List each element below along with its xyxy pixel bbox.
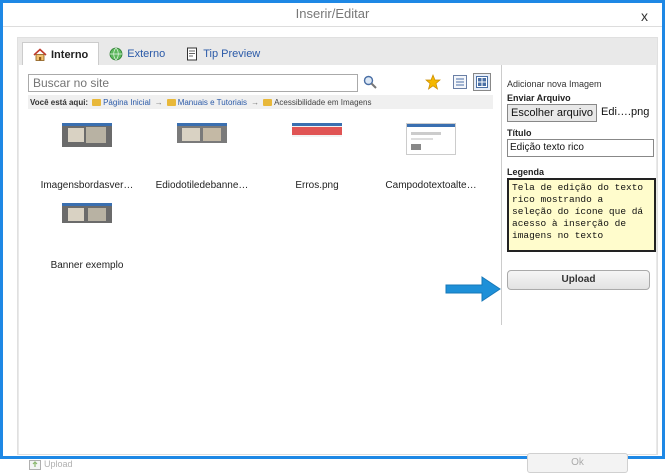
selected-file-name: Edi….png [601,106,650,118]
file-name: Banner exemplo [50,260,124,271]
document-icon [187,47,198,61]
dialog-window: Inserir/Editar x Interno Externo Tip Pre… [0,0,665,473]
footer-upload-link[interactable]: Upload [29,458,73,470]
upload-panel-heading: Adicionar nova Imagem [507,79,602,89]
tab-content: Você está aqui: Página Inicial → Manuais… [19,65,656,473]
ok-button[interactable]: Ok [527,453,628,473]
caption-textarea[interactable]: Tela de edição do texto rico mostrando a… [507,178,656,252]
image-thumbnail [62,203,112,223]
dialog-title: Inserir/Editar [295,6,370,21]
tab-tip-preview[interactable]: Tip Preview [175,42,270,66]
star-icon[interactable] [425,74,441,90]
title-input[interactable]: Edição texto rico [507,139,654,157]
search-input[interactable] [28,74,358,92]
house-icon [33,47,47,61]
breadcrumb-item-home[interactable]: Página Inicial [92,98,151,107]
upload-icon [29,460,41,470]
image-thumbnail [62,123,112,147]
footer-upload-label: Upload [44,459,73,469]
list-view-icon[interactable] [453,75,467,89]
file-item[interactable]: Campodotextoalte… [376,123,486,191]
folder-icon [263,98,273,106]
image-thumbnail [177,123,227,143]
file-name: Campodotextoalte… [385,180,477,191]
tab-externo[interactable]: Externo [99,42,175,66]
file-item[interactable]: Banner exemplo [32,203,142,271]
file-item[interactable]: Ediodotiledebanne… [147,123,257,191]
file-label: Enviar Arquivo [507,93,571,103]
image-thumbnail [406,123,456,155]
tab-externo-label: Externo [127,48,166,60]
folder-icon [166,98,176,106]
file-item[interactable]: Erros.png [262,123,372,191]
breadcrumb-item-label: Acessibilidade em Imagens [274,97,372,107]
choose-file-button[interactable]: Escolher arquivo [507,104,597,122]
breadcrumb-item-label: Página Inicial [103,97,151,107]
folder-icon [92,98,102,106]
caption-label: Legenda [507,167,545,177]
dialog-titlebar: Inserir/Editar x [3,3,662,27]
breadcrumb: Você está aqui: Página Inicial → Manuais… [28,95,493,109]
close-icon[interactable]: x [641,5,648,27]
globe-icon [109,47,123,61]
image-thumbnail [292,123,342,137]
file-name: Ediodotiledebanne… [155,180,249,191]
breadcrumb-prefix: Você está aqui: [30,97,89,107]
search-icon[interactable] [362,74,378,90]
file-name: Imagensbordasver… [40,180,134,191]
file-browser: Você está aqui: Página Inicial → Manuais… [19,65,501,454]
file-name: Erros.png [295,180,339,191]
breadcrumb-item-manuais[interactable]: Manuais e Tutoriais [166,97,248,107]
dialog-panel: Interno Externo Tip Preview Buscar no si… [17,37,658,473]
thumbnail-view-button[interactable] [473,73,491,91]
breadcrumb-separator: → [251,97,260,107]
tab-tip-preview-label: Tip Preview [203,48,261,60]
tab-interno-label: Interno [51,48,89,61]
upload-button[interactable]: Upload [507,270,650,290]
arrow-right-icon [445,276,501,302]
upload-panel: Adicionar nova Imagem Enviar Arquivo Esc… [501,65,656,325]
breadcrumb-separator: → [154,97,163,107]
title-label: Título [507,128,532,138]
breadcrumb-item-current: Acessibilidade em Imagens [263,98,371,107]
thumbnail-view-icon [476,76,488,88]
tab-bar: Interno Externo Tip Preview [22,42,270,66]
tab-interno[interactable]: Interno [22,42,100,66]
file-item[interactable]: Imagensbordasver… [32,123,142,191]
breadcrumb-item-label: Manuais e Tutoriais [177,97,248,107]
